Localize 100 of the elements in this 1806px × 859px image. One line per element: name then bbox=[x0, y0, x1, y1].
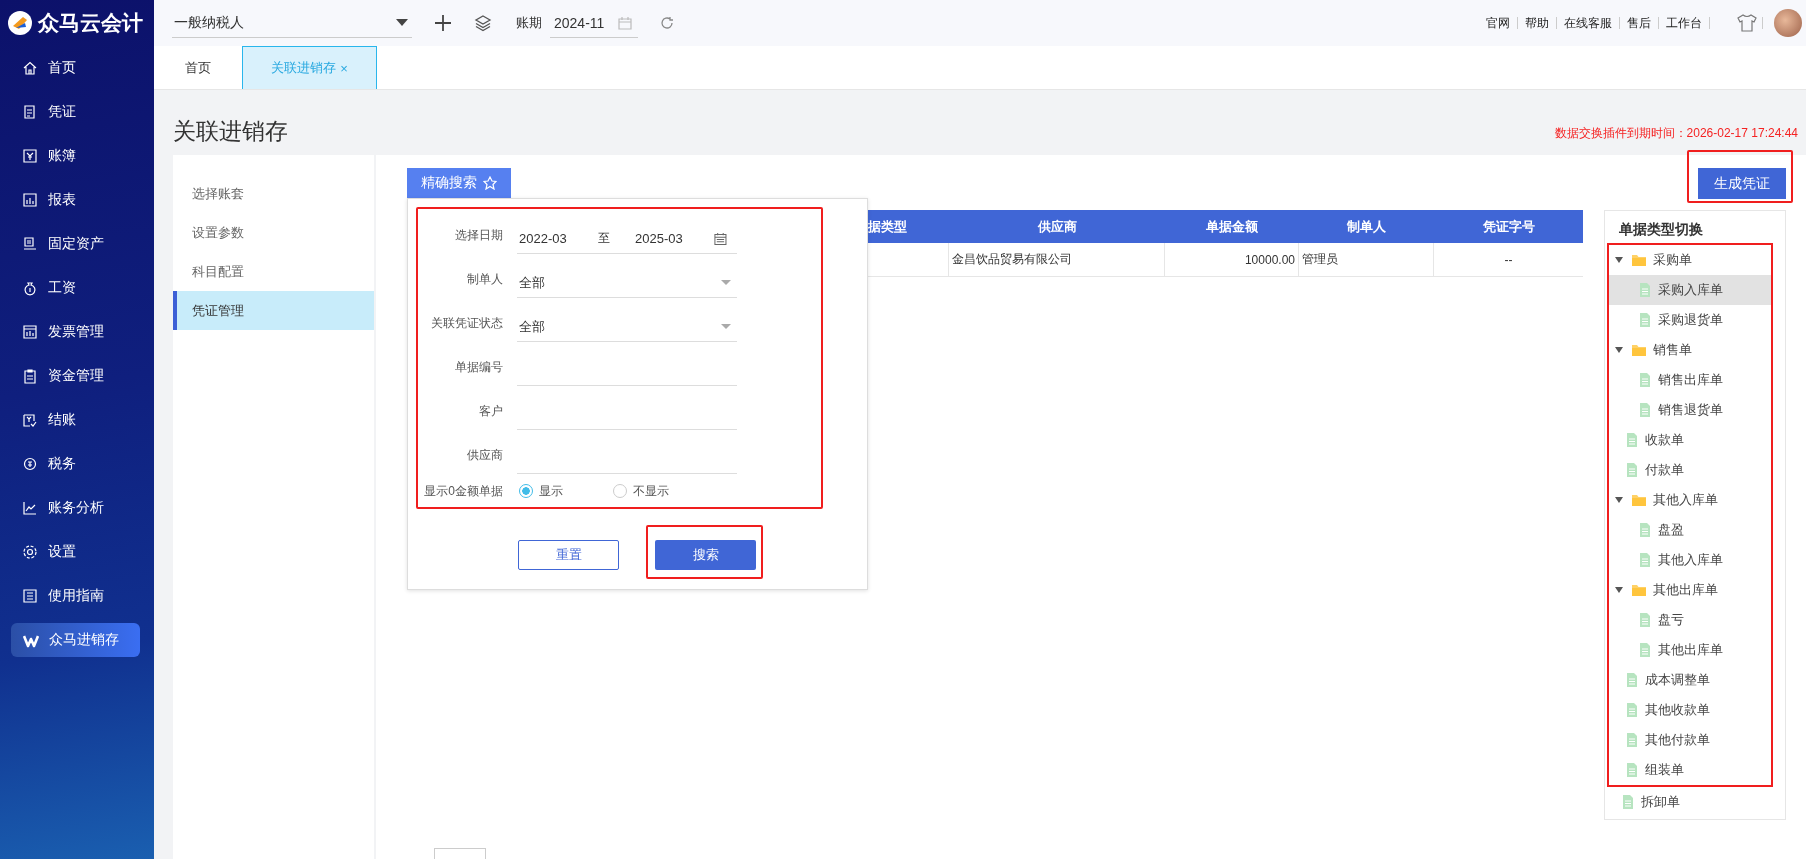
tree-item[interactable]: 成本调整单 bbox=[1609, 665, 1771, 695]
sidebar-item[interactable]: 首页 bbox=[0, 46, 154, 90]
sidebar-item[interactable]: 报表 bbox=[0, 178, 154, 222]
settings-nav-item[interactable]: 选择账套 bbox=[173, 174, 374, 213]
avatar[interactable] bbox=[1774, 9, 1802, 37]
taxpayer-select[interactable]: 一般纳税人 bbox=[172, 8, 412, 38]
header-link[interactable]: 帮助 bbox=[1523, 14, 1551, 32]
sidebar-item[interactable]: 资金管理 bbox=[0, 354, 154, 398]
field-label: 制单人 bbox=[466, 270, 503, 288]
folder-icon bbox=[1631, 492, 1647, 508]
tree-item[interactable]: 其他付款单 bbox=[1609, 725, 1771, 755]
tree-item[interactable]: 其他入库单 bbox=[1609, 545, 1771, 575]
tree-item[interactable]: 采购入库单 bbox=[1609, 275, 1771, 305]
select-field[interactable]: 全部 bbox=[517, 312, 737, 342]
document-icon bbox=[1638, 642, 1652, 658]
generate-voucher-button[interactable]: 生成凭证 bbox=[1698, 168, 1786, 199]
tree-item[interactable]: 组装单 bbox=[1609, 755, 1771, 785]
line-chart-icon bbox=[22, 500, 38, 516]
checkout-icon bbox=[22, 412, 38, 428]
refresh-icon[interactable] bbox=[660, 16, 674, 30]
settings-nav-item[interactable]: 科目配置 bbox=[173, 252, 374, 291]
sidebar-item[interactable]: 固定资产 bbox=[0, 222, 154, 266]
shirt-icon[interactable] bbox=[1737, 14, 1757, 32]
tree-item[interactable]: 收款单 bbox=[1609, 425, 1771, 455]
select-field[interactable]: 全部 bbox=[517, 268, 737, 298]
header-link[interactable]: 工作台 bbox=[1664, 14, 1704, 32]
document-icon bbox=[1638, 522, 1652, 538]
document-icon bbox=[22, 104, 38, 120]
document-icon bbox=[1625, 732, 1639, 748]
tree-item[interactable]: 销售出库单 bbox=[1609, 365, 1771, 395]
period-field[interactable]: 2024-11 bbox=[550, 8, 638, 38]
layers-icon[interactable] bbox=[474, 14, 492, 32]
document-icon bbox=[1621, 794, 1635, 810]
header-link[interactable]: 售后 bbox=[1625, 14, 1653, 32]
radio-label[interactable]: 显示 bbox=[539, 482, 563, 500]
page-size-select[interactable] bbox=[434, 848, 486, 859]
document-icon bbox=[1638, 612, 1652, 628]
column-header: 供应商 bbox=[1036, 217, 1078, 236]
header-link[interactable]: 官网 bbox=[1484, 14, 1512, 32]
table-cell: 金昌饮品贸易有限公司 bbox=[949, 243, 1165, 276]
document-icon bbox=[1638, 402, 1652, 418]
tree-item[interactable]: 盘亏 bbox=[1609, 605, 1771, 635]
settings-nav-item[interactable]: 设置参数 bbox=[173, 213, 374, 252]
document-icon bbox=[1638, 282, 1652, 298]
document-icon bbox=[1625, 672, 1639, 688]
ledger-icon bbox=[22, 148, 38, 164]
tree-item[interactable]: 其他出库单 bbox=[1609, 575, 1771, 605]
document-icon bbox=[1625, 432, 1639, 448]
calendar-icon bbox=[618, 15, 632, 30]
table-cell-text: -- bbox=[1503, 251, 1514, 269]
sidebar-item[interactable]: 众马进销存 bbox=[11, 623, 140, 657]
sidebar-item[interactable]: 账簿 bbox=[0, 134, 154, 178]
header-link[interactable]: 在线客服 bbox=[1562, 14, 1614, 32]
asset-icon bbox=[22, 236, 38, 252]
period-label: 账期 bbox=[516, 14, 542, 32]
field-label: 显示0金额单据 bbox=[423, 482, 503, 500]
app-name: 众马云会计 bbox=[38, 10, 143, 36]
folder-icon bbox=[1631, 252, 1647, 268]
document-icon bbox=[1638, 372, 1652, 388]
tree-item[interactable]: 采购退货单 bbox=[1609, 305, 1771, 335]
tree-item[interactable]: 销售单 bbox=[1609, 335, 1771, 365]
caret-icon bbox=[721, 323, 731, 330]
tree-item[interactable]: 付款单 bbox=[1609, 455, 1771, 485]
sidebar-item[interactable]: 使用指南 bbox=[0, 574, 154, 618]
date-range-field[interactable]: 2022-03 至 2025-03 bbox=[517, 224, 737, 254]
sidebar-item[interactable]: 账务分析 bbox=[0, 486, 154, 530]
sidebar-item[interactable]: 结账 bbox=[0, 398, 154, 442]
range-separator: 至 bbox=[598, 230, 612, 247]
document-icon bbox=[1625, 702, 1639, 718]
logo-icon bbox=[8, 11, 32, 35]
date-value: 2025-03 bbox=[634, 231, 684, 246]
sidebar-item[interactable]: 税务 bbox=[0, 442, 154, 486]
radio-button[interactable] bbox=[519, 484, 533, 498]
reset-button[interactable]: 重置 bbox=[518, 540, 619, 570]
sidebar-item[interactable]: 设置 bbox=[0, 530, 154, 574]
search-tab[interactable]: 精确搜索 bbox=[407, 168, 511, 198]
tree-item[interactable]: 其他收款单 bbox=[1609, 695, 1771, 725]
guide-icon bbox=[22, 588, 38, 604]
sidebar-item[interactable]: 凭证 bbox=[0, 90, 154, 134]
tab[interactable]: 首页 bbox=[154, 46, 242, 89]
caret-icon bbox=[396, 18, 408, 27]
document-icon bbox=[1638, 312, 1652, 328]
tree-item[interactable]: 拆卸单 bbox=[1605, 787, 1785, 817]
column-header: 制单人 bbox=[1346, 217, 1387, 236]
field-label: 单据编号 bbox=[454, 358, 503, 376]
tree-item[interactable]: 销售退货单 bbox=[1609, 395, 1771, 425]
settings-icon bbox=[22, 544, 38, 560]
settings-nav-item[interactable]: 凭证管理 bbox=[173, 291, 374, 330]
tax-icon bbox=[22, 456, 38, 472]
tree-item[interactable]: 采购单 bbox=[1609, 245, 1771, 275]
tree-item[interactable]: 盘盈 bbox=[1609, 515, 1771, 545]
document-icon bbox=[1625, 762, 1639, 778]
sidebar-item[interactable]: 发票管理 bbox=[0, 310, 154, 354]
sidebar-item[interactable]: 工资 bbox=[0, 266, 154, 310]
tree-item[interactable]: 其他入库单 bbox=[1609, 485, 1771, 515]
invoice-icon bbox=[22, 324, 38, 340]
radio-label[interactable]: 不显示 bbox=[633, 482, 669, 500]
search-button[interactable]: 搜索 bbox=[655, 540, 756, 570]
tree-item[interactable]: 其他出库单 bbox=[1609, 635, 1771, 665]
add-icon[interactable] bbox=[434, 14, 452, 32]
